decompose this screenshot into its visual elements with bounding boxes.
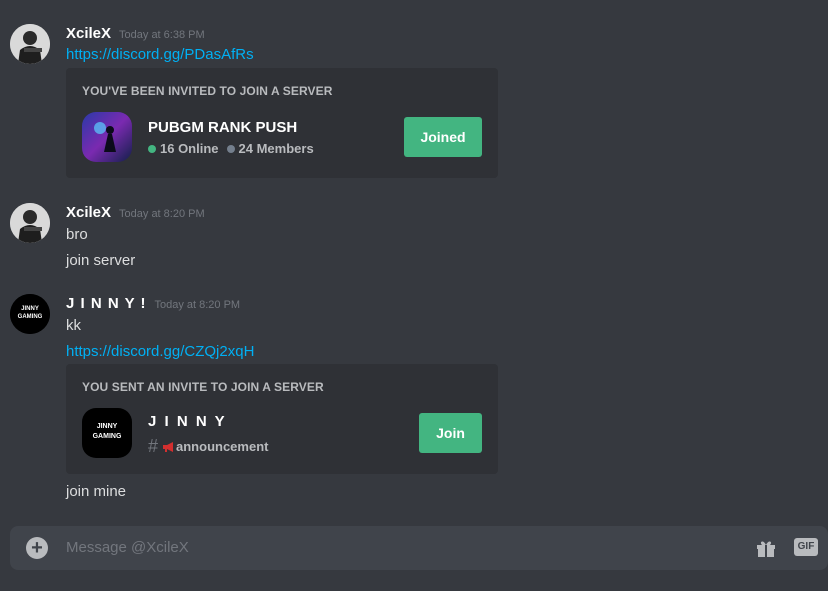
invite-link[interactable]: https://discord.gg/PDasAfRs bbox=[66, 46, 254, 63]
message-input[interactable]: Message @XcileX bbox=[66, 539, 189, 556]
hashtag-icon: # bbox=[148, 436, 159, 456]
megaphone-icon bbox=[162, 441, 176, 453]
plus-icon[interactable]: + bbox=[26, 537, 48, 559]
username[interactable]: XcileX Today at 6:38 PM bbox=[66, 25, 205, 42]
server-channel: # announcement bbox=[148, 436, 268, 457]
gift-icon[interactable] bbox=[754, 536, 778, 560]
username[interactable]: XcileX Today at 8:20 PM bbox=[66, 204, 205, 221]
joined-button[interactable]: Joined bbox=[404, 117, 482, 157]
online-dot-icon bbox=[148, 144, 156, 153]
author-name[interactable]: J I N N Y ! bbox=[66, 295, 146, 312]
avatar-text: JINNY GAMING bbox=[17, 306, 43, 320]
channel-name: announcement bbox=[176, 439, 269, 454]
timestamp: Today at 8:20 PM bbox=[119, 208, 205, 220]
invite-embed: YOU'VE BEEN INVITED TO JOIN A SERVER PUB… bbox=[66, 68, 498, 178]
timestamp: Today at 8:20 PM bbox=[154, 299, 241, 311]
avatar-xcilex[interactable] bbox=[10, 203, 50, 243]
avatar-xcilex[interactable] bbox=[10, 24, 50, 64]
server-icon-text: JINNY GAMING bbox=[92, 423, 122, 440]
message-content: https://discord.gg/CZQj2xqH bbox=[66, 343, 254, 360]
members-dot-icon bbox=[226, 144, 235, 153]
server-name: PUBGM RANK PUSH bbox=[148, 119, 298, 136]
message-text: kk bbox=[66, 317, 81, 334]
join-button[interactable]: Join bbox=[419, 413, 482, 453]
message-content: https://discord.gg/PDasAfRs bbox=[66, 46, 254, 63]
author-name[interactable]: XcileX bbox=[66, 25, 111, 42]
message-composer: + Message @XcileX GIF bbox=[10, 526, 828, 570]
member-count: 24 Members bbox=[238, 141, 314, 156]
avatar-jinny[interactable]: JINNY GAMING bbox=[10, 294, 50, 334]
gif-icon[interactable]: GIF bbox=[794, 538, 818, 556]
username[interactable]: J I N N Y ! Today at 8:20 PM bbox=[66, 295, 240, 312]
author-name[interactable]: XcileX bbox=[66, 204, 111, 221]
message-text: join server bbox=[66, 252, 136, 269]
server-stats: 16 Online 24 Members bbox=[148, 141, 314, 156]
server-icon[interactable]: JINNY GAMING bbox=[82, 408, 132, 458]
server-icon[interactable] bbox=[82, 112, 132, 162]
invite-header: YOU SENT AN INVITE TO JOIN A SERVER bbox=[82, 380, 324, 394]
invite-link[interactable]: https://discord.gg/CZQj2xqH bbox=[66, 343, 254, 360]
server-name: J I N N Y bbox=[148, 413, 227, 430]
timestamp: Today at 6:38 PM bbox=[119, 29, 205, 41]
message-text: bro bbox=[66, 226, 88, 243]
message-text: join mine bbox=[66, 483, 127, 500]
invite-embed: YOU SENT AN INVITE TO JOIN A SERVER JINN… bbox=[66, 364, 498, 474]
invite-header: YOU'VE BEEN INVITED TO JOIN A SERVER bbox=[82, 84, 333, 98]
online-count: 16 Online bbox=[160, 141, 219, 156]
